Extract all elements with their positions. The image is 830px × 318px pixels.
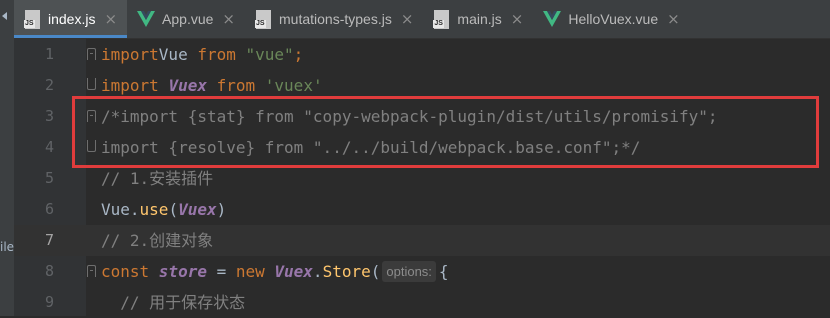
- code-token: import {resolve} from "../../build/webpa…: [101, 138, 641, 157]
- fold-end-marker-icon[interactable]: [87, 140, 96, 152]
- code-line[interactable]: 9 // 用于保存状态: [14, 287, 830, 318]
- tab-label: mutations-types.js: [279, 11, 392, 27]
- line-number: 2: [44, 76, 54, 94]
- code-line[interactable]: 2 import Vuex from 'vuex': [14, 70, 830, 101]
- code-token: new: [235, 262, 275, 281]
- fold-marker-icon[interactable]: [87, 110, 96, 122]
- code-text: // 用于保存状态: [101, 287, 245, 318]
- tab-index-js[interactable]: JS index.js ×: [14, 0, 128, 38]
- code-text: importVue from "vue";: [101, 39, 303, 70]
- code-text: import {resolve} from "../../build/webpa…: [101, 132, 640, 163]
- code-token: Store: [322, 262, 371, 281]
- code-token: import: [101, 76, 169, 95]
- code-line[interactable]: 4 import {resolve} from "../../build/webp…: [14, 132, 830, 163]
- code-token: Vuex: [274, 262, 313, 281]
- code-text: import Vuex from 'vuex': [101, 70, 323, 101]
- collapse-arrow-icon[interactable]: [2, 12, 7, 20]
- close-tab-icon[interactable]: ×: [222, 11, 235, 27]
- close-tab-icon[interactable]: ×: [401, 11, 414, 27]
- fold-marker-icon[interactable]: [87, 48, 96, 60]
- tab-label: App.vue: [162, 11, 214, 27]
- close-tab-icon[interactable]: ×: [511, 11, 524, 27]
- code-token: Vue.: [101, 200, 140, 219]
- editor-tab-bar: JS index.js × App.vue × JS mutations-types.js ×…: [14, 0, 830, 39]
- js-file-icon: JS: [24, 9, 41, 29]
- fold-end-marker-icon[interactable]: [87, 78, 96, 90]
- line-number: 7: [44, 231, 54, 249]
- code-token: /*import {stat} from "copy-webpack-plugi…: [101, 107, 718, 126]
- code-token: Vuex: [178, 200, 217, 219]
- code-token: use: [139, 200, 169, 219]
- code-text: // 2.创建对象: [101, 225, 213, 256]
- code-editor[interactable]: 1 importVue from "vue"; 2 import Vuex from …: [14, 39, 830, 316]
- parameter-hint: options:: [382, 261, 436, 282]
- code-token: store: [158, 262, 217, 281]
- code-token: (: [168, 200, 179, 219]
- code-line[interactable]: 5 // 1.安装插件: [14, 163, 830, 194]
- code-line[interactable]: 7 // 2.创建对象: [14, 225, 830, 256]
- code-token: Vuex: [168, 76, 217, 95]
- code-text: // 1.安装插件: [101, 163, 213, 194]
- code-token: // 2.创建对象: [101, 231, 214, 250]
- close-tab-icon[interactable]: ×: [667, 11, 680, 27]
- code-token: .: [312, 262, 323, 281]
- line-number: 1: [44, 45, 54, 63]
- code-token: {: [438, 262, 449, 281]
- js-file-icon: JS: [433, 9, 450, 29]
- code-line[interactable]: 3 /*import {stat} from "copy-webpack-plug…: [14, 101, 830, 132]
- code-text: Vue.use(Vuex): [101, 194, 226, 225]
- code-token: from: [216, 76, 265, 95]
- code-token: const: [101, 262, 159, 281]
- code-token: (: [370, 262, 381, 281]
- line-number: 5: [44, 169, 54, 187]
- code-token: Vue: [158, 45, 198, 64]
- tab-main-js[interactable]: JS main.js ×: [423, 0, 533, 38]
- code-token: from: [197, 45, 246, 64]
- code-line[interactable]: 8 const store = new Vuex.Store(options:{: [14, 256, 830, 287]
- line-number: 4: [44, 138, 54, 156]
- code-token: ): [216, 200, 227, 219]
- tab-label: HelloVuex.vue: [568, 11, 659, 27]
- line-number: 6: [44, 200, 54, 218]
- tab-hellovuex-vue[interactable]: HelloVuex.vue ×: [533, 0, 689, 38]
- line-number: 3: [44, 107, 54, 125]
- line-number: 9: [44, 293, 54, 311]
- code-line[interactable]: 1 importVue from "vue";: [14, 39, 830, 70]
- code-line[interactable]: 6 Vue.use(Vuex): [14, 194, 830, 225]
- fold-marker-icon[interactable]: [87, 265, 96, 277]
- tab-app-vue[interactable]: App.vue ×: [127, 0, 245, 38]
- code-token: 'vuex': [264, 76, 323, 95]
- left-tool-strip: ile: [0, 0, 15, 316]
- close-tab-icon[interactable]: ×: [104, 11, 117, 27]
- code-token: // 用于保存状态: [120, 293, 246, 312]
- code-token: // 1.安装插件: [101, 169, 214, 188]
- vue-file-icon: [137, 11, 156, 27]
- js-file-icon: JS: [255, 9, 272, 29]
- code-token: =: [216, 262, 236, 281]
- project-panel-label[interactable]: ile: [0, 240, 14, 254]
- line-number: 8: [44, 262, 54, 280]
- code-text: const store = new Vuex.Store(options:{: [101, 256, 449, 287]
- code-token: import: [101, 45, 159, 64]
- tab-label: index.js: [48, 11, 96, 27]
- code-token: "vue": [245, 45, 294, 64]
- code-token: ;: [293, 45, 304, 64]
- vue-file-icon: [543, 11, 562, 27]
- code-text: /*import {stat} from "copy-webpack-plugi…: [101, 101, 718, 132]
- tab-label: main.js: [457, 11, 502, 27]
- tab-mutations-types-js[interactable]: JS mutations-types.js ×: [245, 0, 423, 38]
